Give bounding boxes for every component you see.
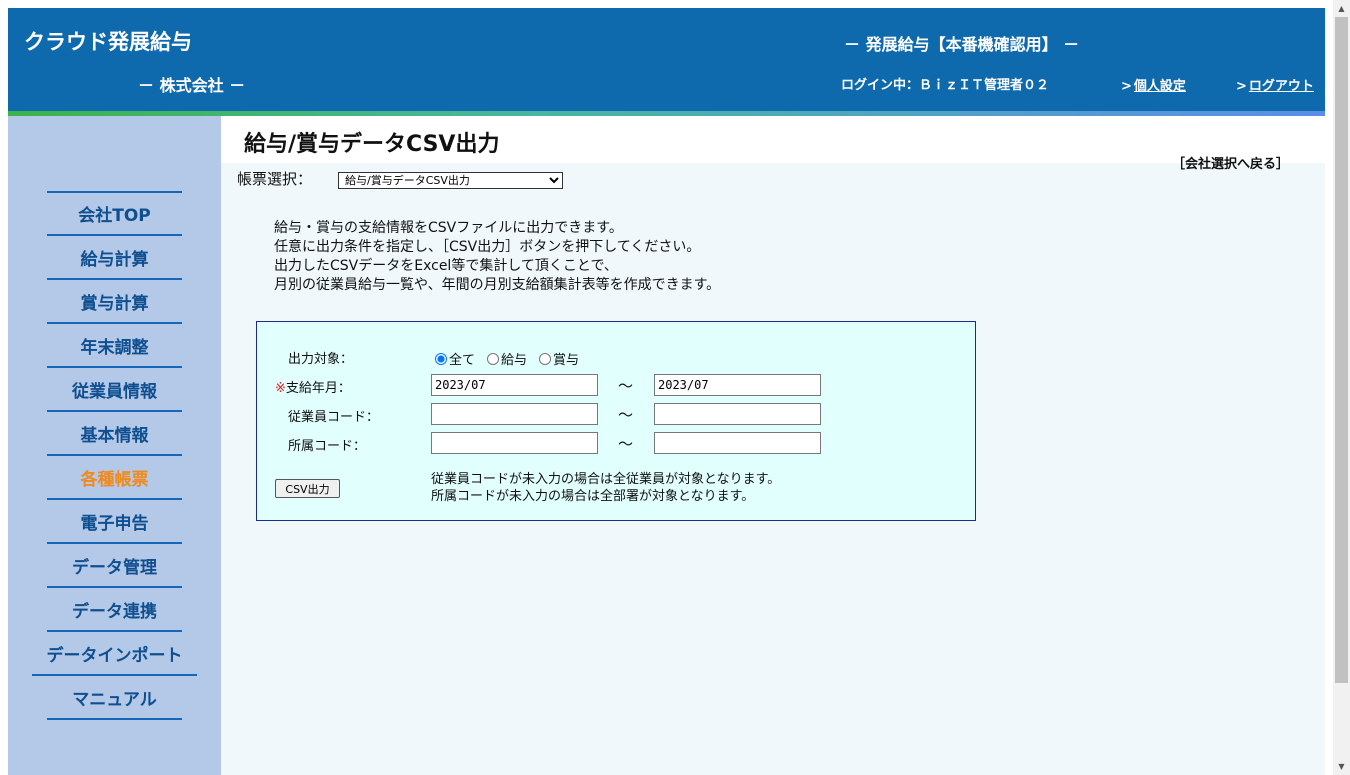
sidebar-item-data-management[interactable]: データ管理 bbox=[8, 543, 221, 588]
pay-month-label: ※支給年月： bbox=[275, 381, 351, 396]
report-select-label: 帳票選択： bbox=[237, 170, 313, 188]
back-to-company-select-link[interactable]: ［会社選択へ戻る］ bbox=[1172, 153, 1289, 172]
sidebar-item-manual[interactable]: マニュアル bbox=[8, 675, 221, 720]
radio-salary-input[interactable] bbox=[487, 352, 500, 365]
dept-code-to-input[interactable] bbox=[654, 432, 821, 454]
radio-all[interactable]: 全て bbox=[435, 349, 475, 368]
range-separator: ～ bbox=[618, 377, 634, 395]
environment-title: － 発展給与【本番機確認用】 － bbox=[844, 35, 1080, 54]
sidebar-nav: 会社TOP 給与計算 賞与計算 年末調整 従業員情報 基本情報 各種帳票 電子申… bbox=[8, 191, 221, 720]
csv-output-form: 出力対象： 全て 給与 賞与 ※支給年月： ～ 従業員コード： ～ 所属コード：… bbox=[256, 321, 976, 521]
sidebar-item-e-filing[interactable]: 電子申告 bbox=[8, 499, 221, 544]
radio-all-input[interactable] bbox=[435, 352, 447, 365]
employee-code-from-input[interactable] bbox=[431, 403, 598, 425]
vertical-scrollbar[interactable]: ▲ ▼ bbox=[1333, 0, 1350, 775]
form-note: 従業員コードが未入力の場合は全従業員が対象となります。 bbox=[431, 472, 781, 487]
dept-code-label: 所属コード： bbox=[288, 439, 367, 454]
app-logo: クラウド発展給与 bbox=[24, 30, 192, 54]
range-separator: ～ bbox=[618, 435, 634, 453]
description: 給与・賞与の支給情報をCSVファイルに出力できます。 任意に出力条件を指定し、［… bbox=[274, 219, 720, 295]
scroll-up-icon[interactable]: ▲ bbox=[1333, 0, 1350, 17]
main-content: 給与/賞与データCSV出力 ［会社選択へ戻る］ 帳票選択： 給与/賞与データCS… bbox=[221, 116, 1325, 775]
sidebar-item-year-end-adjustment[interactable]: 年末調整 bbox=[8, 323, 221, 368]
report-select[interactable]: 給与/賞与データCSV出力 bbox=[338, 172, 563, 189]
sidebar-item-company-top[interactable]: 会社TOP bbox=[8, 191, 221, 236]
employee-code-label: 従業員コード： bbox=[288, 410, 380, 425]
pay-month-to-input[interactable] bbox=[654, 374, 821, 396]
sidebar-item-employee-info[interactable]: 従業員情報 bbox=[8, 367, 221, 412]
company-name: － 株式会社 － bbox=[138, 76, 246, 95]
radio-salary[interactable]: 給与 bbox=[487, 349, 527, 368]
sidebar-item-basic-info[interactable]: 基本情報 bbox=[8, 411, 221, 456]
required-mark: ※ bbox=[275, 381, 286, 396]
description-line: 出力したCSVデータをExcel等で集計して頂くことで、 bbox=[274, 258, 618, 274]
radio-bonus[interactable]: 賞与 bbox=[539, 349, 579, 368]
header: クラウド発展給与 － 株式会社 － － 発展給与【本番機確認用】 － ログイン中… bbox=[8, 8, 1325, 111]
page: クラウド発展給与 － 株式会社 － － 発展給与【本番機確認用】 － ログイン中… bbox=[8, 8, 1325, 775]
page-title: 給与/賞与データCSV出力 bbox=[244, 132, 500, 157]
scroll-down-icon[interactable]: ▼ bbox=[1333, 758, 1350, 775]
sidebar-item-data-import[interactable]: データインポート bbox=[8, 631, 221, 676]
sidebar-item-reports[interactable]: 各種帳票 bbox=[8, 455, 221, 500]
range-separator: ～ bbox=[618, 406, 634, 424]
sidebar-item-payroll[interactable]: 給与計算 bbox=[8, 235, 221, 280]
csv-output-button[interactable]: CSV出力 bbox=[275, 479, 340, 498]
description-line: 任意に出力条件を指定し、［CSV出力］ボタンを押下してください。 bbox=[274, 239, 701, 255]
sidebar-item-bonus[interactable]: 賞与計算 bbox=[8, 279, 221, 324]
sidebar-item-data-integration[interactable]: データ連携 bbox=[8, 587, 221, 632]
form-note: 所属コードが未入力の場合は全部署が対象となります。 bbox=[431, 489, 755, 504]
chevron-right-icon: > bbox=[1121, 79, 1132, 94]
chevron-right-icon: > bbox=[1236, 79, 1247, 94]
output-target-radio-group: 全て 給与 賞与 bbox=[435, 349, 591, 368]
scrollbar-thumb[interactable] bbox=[1335, 17, 1348, 683]
logout-link[interactable]: > ログアウト bbox=[1236, 75, 1314, 94]
description-line: 給与・賞与の支給情報をCSVファイルに出力できます。 bbox=[274, 220, 623, 236]
output-target-label: 出力対象： bbox=[288, 352, 354, 367]
title-bar: 給与/賞与データCSV出力 ［会社選択へ戻る］ bbox=[221, 116, 1325, 172]
form-notes: 従業員コードが未入力の場合は全従業員が対象となります。 所属コードが未入力の場合… bbox=[431, 471, 780, 505]
radio-bonus-input[interactable] bbox=[539, 352, 552, 365]
login-status: ログイン中：ＢｉｚＩＴ管理者０２ bbox=[841, 78, 1050, 93]
pay-month-from-input[interactable] bbox=[431, 374, 598, 396]
sidebar: 会社TOP 給与計算 賞与計算 年末調整 従業員情報 基本情報 各種帳票 電子申… bbox=[8, 116, 221, 775]
dept-code-from-input[interactable] bbox=[431, 432, 598, 454]
employee-code-to-input[interactable] bbox=[654, 403, 821, 425]
personal-settings-link[interactable]: > 個人設定 bbox=[1121, 75, 1186, 94]
description-line: 月別の従業員給与一覧や、年間の月別支給額集計表等を作成できます。 bbox=[274, 277, 721, 293]
